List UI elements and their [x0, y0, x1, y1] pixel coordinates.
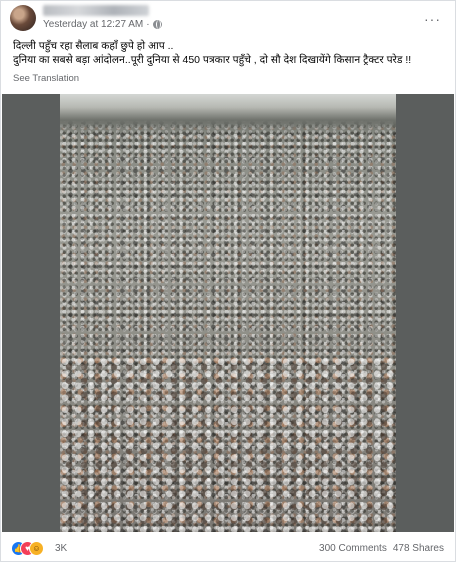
post-text: दिल्ली पहुँच रहा सैलाब कहाँ छुपे हो आप .… [13, 39, 445, 67]
post-timestamp[interactable]: Yesterday at 12:27 AM [43, 19, 143, 30]
author-name-redacted[interactable] [43, 5, 149, 16]
post-card: Yesterday at 12:27 AM · ··· दिल्ली पहुँच… [0, 0, 456, 562]
crowd-photo[interactable] [60, 94, 396, 532]
globe-icon [152, 20, 162, 29]
care-icon: ☺ [29, 541, 44, 556]
reaction-count[interactable]: 3K [55, 543, 67, 554]
post-photo-container[interactable] [2, 94, 454, 532]
post-stats: 300 Comments 478 Shares [319, 543, 444, 554]
comments-count[interactable]: 300 Comments [319, 543, 387, 554]
post-text-line: दिल्ली पहुँच रहा सैलाब कहाँ छुपे हो आप .… [13, 40, 174, 52]
post-text-line: दुनिया का सबसे बड़ा आंदोलन..पूरी दुनिया … [13, 54, 412, 66]
crowd-photo-foreground [60, 356, 396, 532]
shares-count[interactable]: 478 Shares [393, 543, 444, 554]
author-avatar[interactable] [10, 5, 36, 31]
meta-separator: · [146, 19, 150, 30]
reaction-icons[interactable]: 👍 ♥ ☺ [11, 541, 51, 556]
post-meta: Yesterday at 12:27 AM · [43, 19, 162, 30]
see-translation-link[interactable]: See Translation [13, 73, 79, 84]
more-options-icon[interactable]: ··· [424, 11, 441, 27]
reactions-bar: 👍 ♥ ☺ 3K 300 Comments 478 Shares [1, 535, 455, 561]
